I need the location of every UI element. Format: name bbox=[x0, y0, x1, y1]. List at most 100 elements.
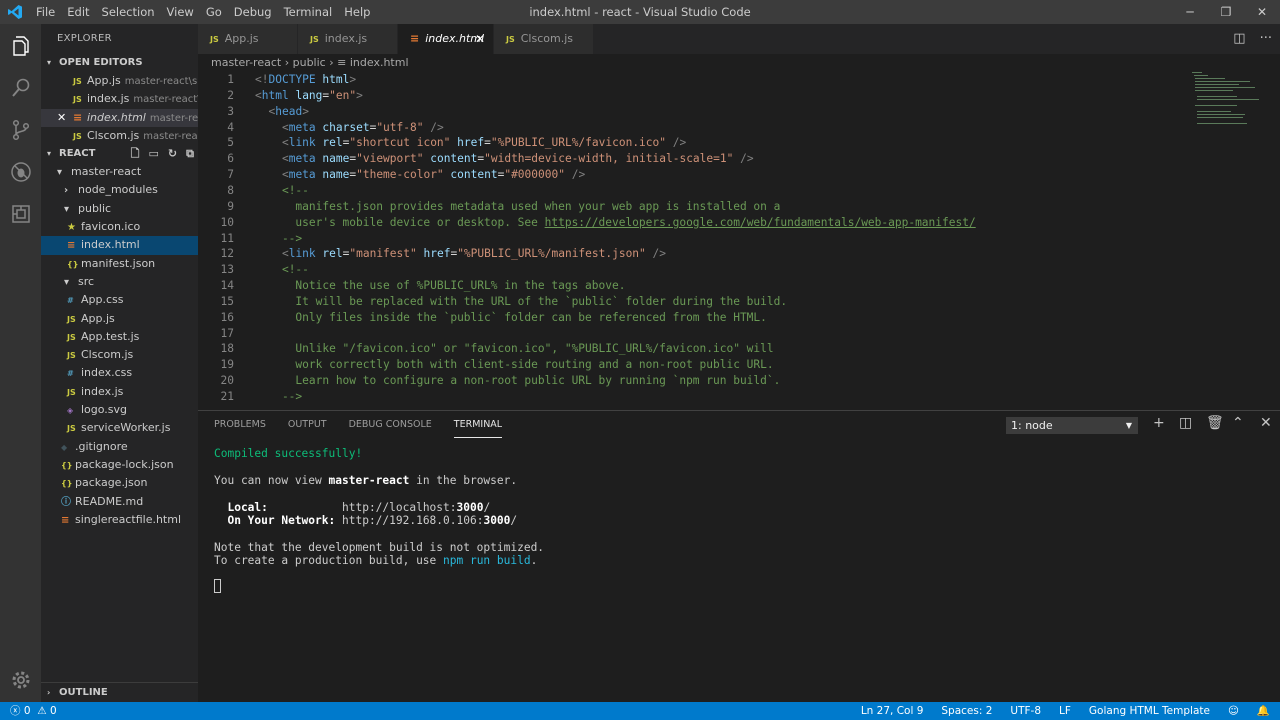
tab-index-html[interactable]: ≡ index.html ✕ bbox=[398, 24, 494, 54]
tree-file[interactable]: {} package-lock.json bbox=[41, 456, 198, 474]
panel-tab-output[interactable]: OUTPUT bbox=[288, 411, 327, 439]
notifications-bell-icon[interactable]: 🔔 bbox=[1257, 702, 1270, 720]
breadcrumb-item[interactable]: index.html bbox=[350, 56, 409, 69]
open-editors-section[interactable]: ▾ OPEN EDITORS bbox=[41, 54, 198, 72]
tree-file[interactable]: ★ favicon.ico bbox=[41, 218, 198, 236]
minimap[interactable] bbox=[1192, 72, 1262, 132]
minimize-icon[interactable]: ─ bbox=[1172, 0, 1208, 24]
tree-file[interactable]: ⓘ README.md bbox=[41, 493, 198, 511]
tree-folder[interactable]: › node_modules bbox=[41, 181, 198, 199]
restore-icon[interactable]: ❐ bbox=[1208, 0, 1244, 24]
breadcrumb-item[interactable]: public bbox=[293, 56, 326, 69]
terminal-select[interactable]: 1: node ▼ bbox=[1006, 417, 1138, 434]
tree-file[interactable]: JS App.js bbox=[41, 310, 198, 328]
menu-view[interactable]: View bbox=[161, 0, 200, 24]
code-line: <head> bbox=[268, 104, 309, 118]
tab-clscom-js[interactable]: JS Clscom.js bbox=[494, 24, 594, 54]
tree-file[interactable]: ◆ .gitignore bbox=[41, 438, 198, 456]
tree-file[interactable]: ≡ singlereactfile.html bbox=[41, 511, 198, 529]
tree-file[interactable]: {} package.json bbox=[41, 474, 198, 492]
tree-file[interactable]: JS App.test.js bbox=[41, 328, 198, 346]
encoding[interactable]: UTF-8 bbox=[1010, 702, 1041, 720]
js-file-icon: JS bbox=[67, 424, 76, 434]
trash-icon[interactable]: 🗑 bbox=[1206, 415, 1224, 431]
line-number: 1 bbox=[227, 73, 234, 86]
tab-app-js[interactable]: JS App.js bbox=[198, 24, 298, 54]
problems-indicator[interactable]: ⓧ 0 ⚠ 0 bbox=[10, 702, 57, 720]
language-mode[interactable]: Golang HTML Template bbox=[1089, 702, 1210, 720]
file-tree: ▾ master-react › node_modules ▾ public ★ favico… bbox=[41, 163, 198, 529]
search-icon[interactable] bbox=[0, 68, 41, 108]
tree-folder[interactable]: ▾ src bbox=[41, 273, 198, 291]
debug-icon[interactable] bbox=[0, 152, 41, 192]
chevron-right-icon: › bbox=[284, 56, 293, 69]
react-section[interactable]: ▾ REACT 🗋 ▭ ↻ ⧉ bbox=[41, 145, 198, 163]
line-number: 3 bbox=[227, 104, 234, 118]
explorer-icon[interactable] bbox=[0, 26, 41, 66]
open-editor-item[interactable]: ✕≡index.htmlmaster-rea... bbox=[41, 108, 198, 127]
tree-folder[interactable]: ▾ master-react bbox=[41, 163, 198, 181]
settings-gear-icon[interactable] bbox=[0, 660, 41, 700]
close-editor-icon[interactable]: ✕ bbox=[41, 109, 73, 127]
menu-help[interactable]: Help bbox=[338, 0, 376, 24]
chevron-icon: ▾ bbox=[57, 167, 63, 179]
split-editor-icon[interactable]: ◫ bbox=[1233, 24, 1245, 54]
code-line: <html lang="en"> bbox=[255, 88, 363, 102]
collapse-all-icon[interactable]: ⧉ bbox=[186, 145, 194, 163]
cursor-position[interactable]: Ln 27, Col 9 bbox=[861, 702, 924, 720]
code-line: work correctly both with client-side rou… bbox=[255, 358, 774, 372]
js-file-icon: JS bbox=[73, 77, 82, 86]
tree-file[interactable]: # index.css bbox=[41, 364, 198, 382]
menu-go[interactable]: Go bbox=[200, 0, 228, 24]
window-controls: ─ ❐ ✕ bbox=[1172, 0, 1280, 24]
code-editor[interactable]: 1 <!DOCTYPE html> 2 <html lang="en"> 3 <head… bbox=[198, 72, 1280, 410]
line-number: 7 bbox=[227, 168, 234, 182]
split-terminal-icon[interactable]: ◫ bbox=[1179, 415, 1192, 431]
add-terminal-icon[interactable]: + bbox=[1153, 415, 1165, 431]
tree-file[interactable]: ◈ logo.svg bbox=[41, 401, 198, 419]
favicon-star-icon: ★ bbox=[67, 222, 76, 234]
extensions-icon[interactable] bbox=[0, 194, 41, 234]
indentation[interactable]: Spaces: 2 bbox=[941, 702, 992, 720]
feedback-icon[interactable]: ☺ bbox=[1228, 702, 1239, 720]
line-number: 11 bbox=[220, 231, 234, 245]
line-number: 4 bbox=[227, 120, 234, 134]
menu-selection[interactable]: Selection bbox=[96, 0, 161, 24]
code-line: <meta name="viewport" content="width=dev… bbox=[281, 152, 754, 166]
tree-file[interactable]: # App.css bbox=[41, 291, 198, 309]
menu-edit[interactable]: Edit bbox=[61, 0, 95, 24]
breadcrumb-item[interactable]: master-react bbox=[211, 56, 281, 69]
open-editor-item[interactable]: JSindex.jsmaster-react\... bbox=[41, 90, 198, 108]
menu-file[interactable]: File bbox=[30, 0, 61, 24]
terminal-line: Note that the development build is not o… bbox=[214, 541, 545, 554]
maximize-panel-icon[interactable]: ⌃ bbox=[1232, 415, 1244, 431]
menu-terminal[interactable]: Terminal bbox=[278, 0, 339, 24]
status-bar: ⓧ 0 ⚠ 0 Ln 27, Col 9 Spaces: 2 UTF-8 LF … bbox=[0, 702, 1280, 720]
close-panel-icon[interactable]: ✕ bbox=[1260, 415, 1272, 431]
warning-icon: ⚠ bbox=[37, 705, 47, 717]
tree-folder[interactable]: ▾ public bbox=[41, 200, 198, 218]
tree-file[interactable]: ≡ index.html bbox=[41, 236, 198, 255]
activity-bar bbox=[0, 24, 41, 702]
menu-debug[interactable]: Debug bbox=[228, 0, 278, 24]
tree-file[interactable]: JS Clscom.js bbox=[41, 346, 198, 364]
tree-file[interactable]: JS serviceWorker.js bbox=[41, 419, 198, 437]
panel-tab-terminal[interactable]: TERMINAL bbox=[453, 411, 503, 438]
new-file-icon[interactable]: 🗋 bbox=[131, 145, 140, 163]
source-control-icon[interactable] bbox=[0, 110, 41, 150]
open-editor-item[interactable]: JSClscom.jsmaster-reac... bbox=[41, 127, 198, 145]
panel-tab-debug-console[interactable]: DEBUG CONSOLE bbox=[349, 411, 432, 439]
tab-index-js[interactable]: JS index.js bbox=[298, 24, 398, 54]
panel-tab-problems[interactable]: PROBLEMS bbox=[214, 411, 266, 439]
outline-section[interactable]: › OUTLINE bbox=[41, 682, 198, 702]
tree-file[interactable]: {} manifest.json bbox=[41, 255, 198, 273]
close-tab-icon[interactable]: ✕ bbox=[475, 24, 485, 54]
end-of-line[interactable]: LF bbox=[1059, 702, 1071, 720]
html-file-icon: ≡ bbox=[410, 32, 420, 45]
new-folder-icon[interactable]: ▭ bbox=[149, 145, 159, 163]
open-editor-item[interactable]: JSApp.jsmaster-react\src bbox=[41, 72, 198, 90]
refresh-icon[interactable]: ↻ bbox=[168, 145, 177, 163]
tree-file[interactable]: JS index.js bbox=[41, 383, 198, 401]
close-window-icon[interactable]: ✕ bbox=[1244, 0, 1280, 24]
more-actions-icon[interactable]: ··· bbox=[1260, 24, 1272, 54]
